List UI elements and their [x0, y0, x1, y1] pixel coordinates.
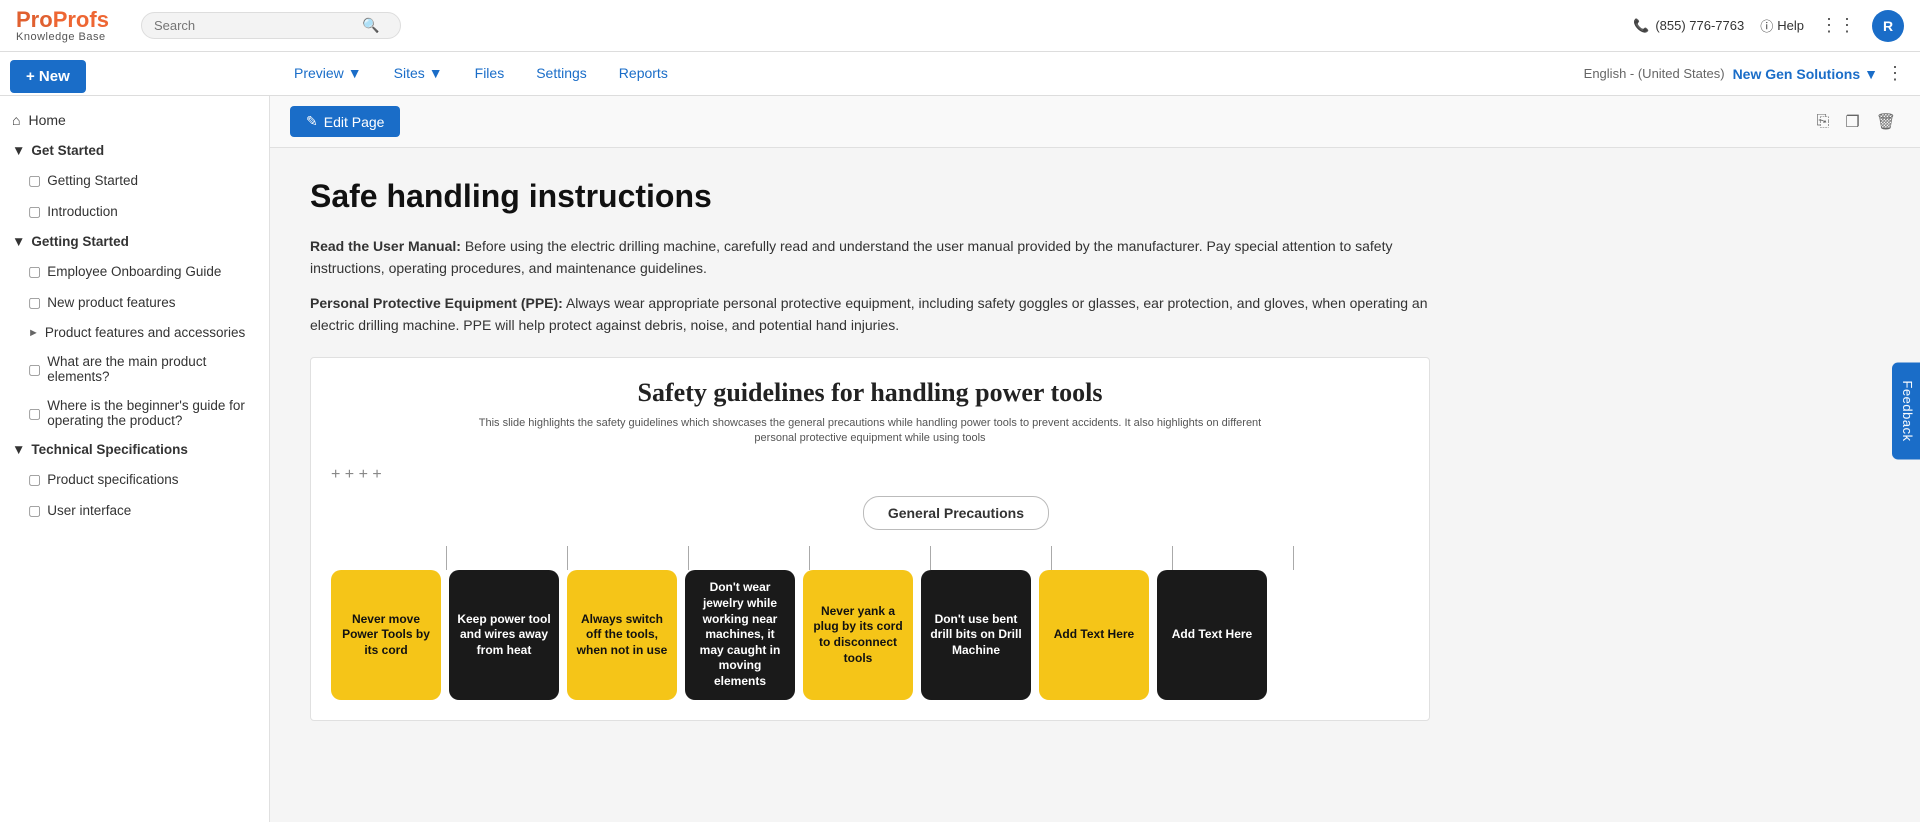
slide-subtitle: This slide highlights the safety guideli…	[470, 416, 1270, 447]
card-2: Keep power tool and wires away from heat	[449, 570, 559, 699]
second-navigation: Preview ▼ Sites ▼ Files Settings Reports…	[0, 52, 1920, 96]
card-8: Add Text Here	[1157, 570, 1267, 699]
new-button[interactable]: + New	[10, 60, 86, 93]
card-3: Always switch off the tools, when not in…	[567, 570, 677, 699]
sidebar-item-user-interface[interactable]: ▢ User interface	[0, 495, 269, 526]
page-icon: ▢	[28, 263, 41, 280]
delete-icon[interactable]: 🗑	[1872, 108, 1900, 136]
chevron-down-icon: ▼	[1864, 66, 1878, 82]
chevron-right-icon: ►	[28, 327, 39, 339]
nav-right: 📞 (855) 776-7763 ⓘ Help ⋮⋮ R	[1633, 10, 1904, 42]
feedback-tab[interactable]: Feedback	[1892, 362, 1920, 459]
sidebar-item-product-specs[interactable]: ▢ Product specifications	[0, 464, 269, 495]
sidebar-item-getting-started-1[interactable]: ▢ Getting Started	[0, 165, 269, 196]
logo: ProProfs Knowledge Base	[16, 9, 109, 43]
top-navigation: ProProfs Knowledge Base 🔍 📞 (855) 776-77…	[0, 0, 1920, 52]
expand-icon[interactable]: ❐	[1841, 108, 1863, 136]
nav-settings[interactable]: Settings	[522, 52, 601, 96]
main-content: ✎ Edit Page ⎘ ❐ 🗑 Safe handling instruct…	[270, 96, 1920, 822]
search-icon: 🔍	[362, 17, 379, 34]
sidebar-section-get-started[interactable]: ▼ Get Started	[0, 136, 269, 165]
site-name[interactable]: New Gen Solutions ▼	[1733, 66, 1878, 82]
chevron-down-icon: ▼	[12, 234, 25, 249]
page-icon: ▢	[28, 471, 41, 488]
sidebar-item-home[interactable]: ⌂ Home	[0, 104, 269, 136]
plus-icon: + + + +	[331, 466, 382, 484]
sidebar-section-tech-specs[interactable]: ▼ Technical Specifications	[0, 435, 269, 464]
sidebar-item-introduction[interactable]: ▢ Introduction	[0, 196, 269, 227]
page-icon: ▢	[28, 502, 41, 519]
copy-icon[interactable]: ⎘	[1813, 109, 1834, 135]
page-icon: ▢	[28, 294, 41, 311]
sidebar-item-beginners-guide[interactable]: ▢ Where is the beginner's guide for oper…	[0, 391, 269, 435]
paragraph-1: Read the User Manual: Before using the e…	[310, 235, 1430, 280]
card-7: Add Text Here	[1039, 570, 1149, 699]
help-icon: ⓘ	[1760, 16, 1773, 35]
precautions-label: General Precautions	[863, 496, 1049, 530]
edit-page-button[interactable]: ✎ Edit Page	[290, 106, 400, 137]
more-options-icon[interactable]: ⋮	[1886, 63, 1904, 84]
page-icon: ▢	[28, 361, 41, 378]
content-area: Safe handling instructions Read the User…	[270, 148, 1470, 771]
edit-bar-actions: ⎘ ❐ 🗑	[1813, 108, 1900, 136]
chevron-down-icon: ▼	[429, 65, 443, 81]
card-4: Don't wear jewelry while working near ma…	[685, 570, 795, 699]
search-bar[interactable]: 🔍	[141, 12, 401, 39]
sidebar-item-main-elements[interactable]: ▢ What are the main product elements?	[0, 347, 269, 391]
sidebar-item-new-product-features[interactable]: ▢ New product features	[0, 287, 269, 318]
slide-title: Safety guidelines for handling power too…	[331, 378, 1409, 408]
sidebar-item-product-features[interactable]: ► Product features and accessories	[0, 318, 269, 347]
sidebar-item-onboarding[interactable]: ▢ Employee Onboarding Guide	[0, 256, 269, 287]
main-layout: ⌂ Home ▼ Get Started ▢ Getting Started ▢…	[0, 96, 1920, 822]
phone-number: 📞 (855) 776-7763	[1633, 18, 1744, 34]
logo-brand: ProProfs	[16, 9, 109, 31]
grid-icon[interactable]: ⋮⋮	[1820, 15, 1856, 36]
phone-icon: 📞	[1633, 18, 1649, 34]
sidebar-section-getting-started[interactable]: ▼ Getting Started	[0, 227, 269, 256]
card-1: Never move Power Tools by its cord	[331, 570, 441, 699]
language-label: English - (United States)	[1584, 66, 1725, 81]
edit-bar: ✎ Edit Page ⎘ ❐ 🗑	[270, 96, 1920, 148]
slide-controls: + + + +	[331, 466, 1409, 484]
slide-embed: Safety guidelines for handling power too…	[310, 357, 1430, 721]
nav-items: Preview ▼ Sites ▼ Files Settings Reports	[280, 52, 682, 96]
paragraph-2: Personal Protective Equipment (PPE): Alw…	[310, 292, 1430, 337]
nav-files[interactable]: Files	[461, 52, 519, 96]
nav-sites[interactable]: Sites ▼	[380, 52, 457, 96]
sidebar: ⌂ Home ▼ Get Started ▢ Getting Started ▢…	[0, 96, 270, 822]
card-5: Never yank a plug by its cord to disconn…	[803, 570, 913, 699]
page-icon: ▢	[28, 203, 41, 220]
chevron-down-icon: ▼	[12, 143, 25, 158]
logo-sub: Knowledge Base	[16, 31, 106, 43]
home-icon: ⌂	[12, 112, 20, 128]
search-input[interactable]	[154, 18, 354, 33]
help-button[interactable]: ⓘ Help	[1760, 16, 1804, 35]
card-6: Don't use bent drill bits on Drill Machi…	[921, 570, 1031, 699]
chevron-down-icon: ▼	[348, 65, 362, 81]
nav-reports[interactable]: Reports	[605, 52, 682, 96]
pencil-icon: ✎	[306, 113, 318, 130]
page-title: Safe handling instructions	[310, 178, 1430, 215]
page-icon: ▢	[28, 172, 41, 189]
avatar[interactable]: R	[1872, 10, 1904, 42]
nav-preview[interactable]: Preview ▼	[280, 52, 376, 96]
nav-right-section: English - (United States) New Gen Soluti…	[1584, 63, 1920, 84]
chevron-down-icon: ▼	[12, 442, 25, 457]
page-icon: ▢	[28, 405, 41, 422]
cards-row: Never move Power Tools by its cord Keep …	[331, 570, 1409, 699]
